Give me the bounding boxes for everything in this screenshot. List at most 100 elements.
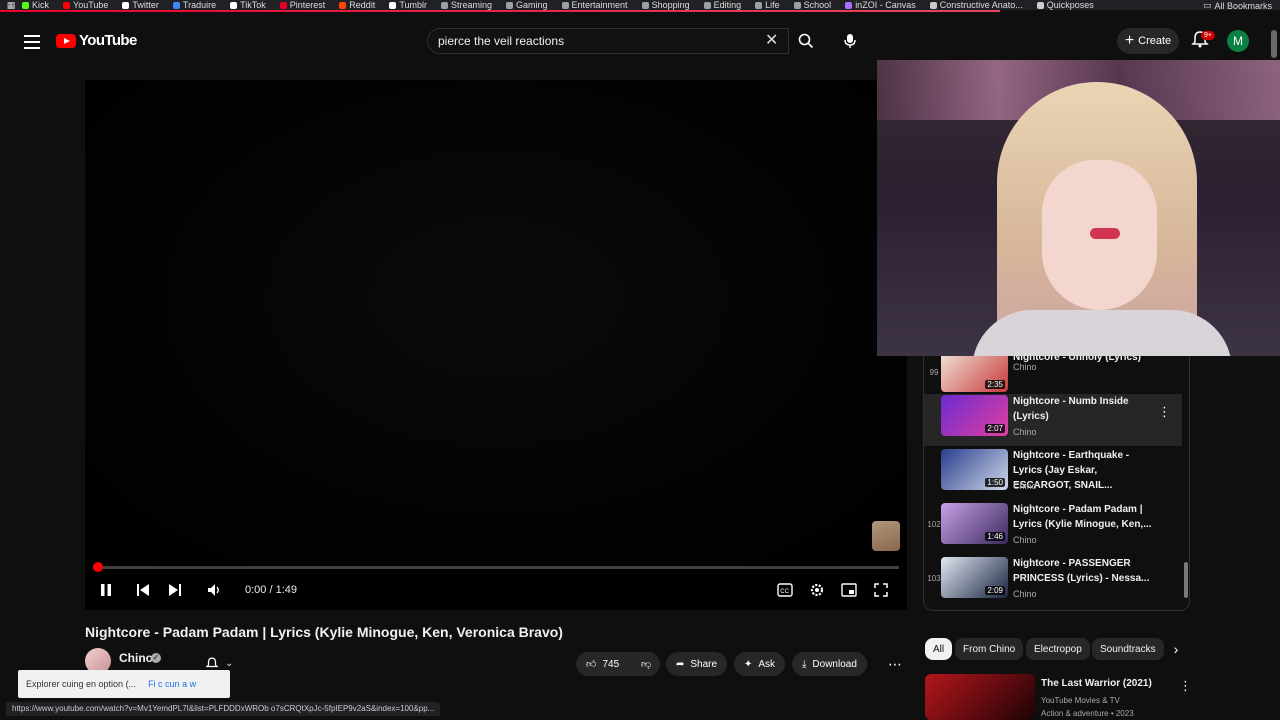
share-button[interactable]: ➦ Share [666, 652, 728, 676]
progress-bar[interactable] [93, 562, 899, 572]
playlist-item[interactable]: 103 2:09 Nightcore - PASSENGER PRINCESS (L… [924, 556, 1182, 608]
fullscreen-button[interactable] [869, 578, 893, 602]
youtube-logo[interactable]: YouTube [56, 32, 137, 49]
guide-menu-button[interactable] [20, 30, 44, 54]
clear-search-icon[interactable]: ✕ [765, 33, 778, 49]
recommended-title[interactable]: The Last Warrior (2021) [1041, 678, 1152, 689]
playlist-index: 99 [929, 368, 939, 377]
more-actions-icon[interactable]: ⋯ [884, 652, 906, 676]
create-button[interactable]: + Create [1117, 28, 1179, 54]
filter-chip[interactable]: From Chino [955, 638, 1024, 660]
pause-icon [101, 584, 111, 596]
bookmark-icon [230, 1, 238, 9]
page-scrollbar[interactable] [1271, 30, 1277, 58]
apps-grid-icon[interactable]: ▦ [0, 0, 22, 10]
dislike-button[interactable]: 👎︎ [634, 652, 660, 676]
mute-button[interactable] [202, 578, 226, 602]
account-avatar[interactable]: M [1227, 30, 1249, 52]
bookmark-item[interactable]: TikTok [230, 0, 266, 10]
playlist-item[interactable]: 102 1:46 Nightcore - Padam Padam | Lyrics … [924, 502, 1182, 554]
bookmark-icon [339, 1, 347, 9]
time-display: 0:00 / 1:49 [245, 584, 297, 596]
video-player[interactable]: 0:00 / 1:49 CC [85, 80, 907, 610]
bookmark-item[interactable]: Twitter [122, 0, 159, 10]
channel-name[interactable]: Chino [119, 651, 153, 665]
bookmark-icon [389, 1, 397, 9]
svg-text:CC: CC [780, 589, 789, 595]
bookmarks-bar: ▦ Kick YouTube Twitter Traduire TikTok Pinter… [0, 0, 1280, 10]
playlist-item-title[interactable]: Nightcore - Numb Inside (Lyrics) [1013, 394, 1153, 424]
search-input[interactable] [438, 34, 758, 48]
bookmark-item[interactable]: Traduire [172, 0, 216, 10]
video-surface[interactable] [85, 80, 907, 565]
youtube-play-icon [56, 33, 76, 48]
like-button[interactable]: 👍︎ 745 [576, 652, 634, 676]
bookmark-item[interactable]: Streaming [440, 0, 492, 10]
playlist-item[interactable]: 2:07 Nightcore - Numb Inside (Lyrics) Chin… [924, 394, 1182, 446]
playlist-thumbnail[interactable]: 1:50 [941, 449, 1008, 490]
bookmark-item[interactable]: Reddit [339, 0, 375, 10]
bookmark-icon [172, 1, 180, 9]
miniplayer-button[interactable] [837, 578, 861, 602]
bookmark-icon [641, 1, 649, 9]
bookmark-label: Constructive Anato... [939, 0, 1023, 10]
bookmark-item[interactable]: Life [755, 0, 780, 10]
chevron-down-icon: ⌄ [225, 657, 234, 669]
captions-button[interactable]: CC [773, 578, 797, 602]
previous-button[interactable] [131, 578, 155, 602]
notification-toast: Explorer cuing en option (... Fi c cun a… [18, 670, 230, 698]
filter-chip[interactable]: Soundtracks [1092, 638, 1164, 660]
settings-button[interactable] [805, 578, 829, 602]
video-title: Nightcore - Padam Padam | Lyrics (Kylie … [85, 624, 563, 640]
bookmark-item[interactable]: YouTube [63, 0, 108, 10]
bookmark-item[interactable]: inZOI - Canvas [845, 0, 916, 10]
bookmark-item[interactable]: Pinterest [279, 0, 325, 10]
verified-icon: ✓ [151, 653, 161, 663]
bookmark-item[interactable]: Tumblr [389, 0, 427, 10]
bookmark-item[interactable]: Editing [703, 0, 741, 10]
playlist-item[interactable]: 1:50 Nightcore - Earthquake - Lyrics (Jay… [924, 448, 1182, 500]
recommended-thumbnail[interactable] [925, 674, 1035, 720]
bookmark-item[interactable]: School [793, 0, 832, 10]
voice-search-button[interactable] [836, 27, 864, 55]
bookmark-label: inZOI - Canvas [855, 0, 916, 10]
chevron-right-icon[interactable]: › [1166, 638, 1186, 660]
next-button[interactable] [163, 578, 187, 602]
recommended-video[interactable]: The Last Warrior (2021) YouTube Movies &… [925, 674, 1195, 720]
all-bookmarks-button[interactable]: ▭ All Bookmarks [1203, 0, 1272, 10]
streamer-shirt [972, 310, 1232, 356]
closed-captions-icon: CC [777, 583, 793, 597]
filter-chip[interactable]: Electropop [1026, 638, 1090, 660]
scrubber-handle[interactable] [93, 562, 103, 572]
playlist-thumbnail[interactable]: 2:35 [941, 356, 1008, 392]
bookmark-item[interactable]: Constructive Anato... [929, 0, 1023, 10]
bookmark-label: School [803, 0, 832, 10]
playlist-thumbnail[interactable]: 1:46 [941, 503, 1008, 544]
pause-button[interactable] [94, 578, 118, 602]
filter-chip[interactable]: All [925, 638, 953, 660]
bookmark-icon [279, 1, 287, 9]
more-vert-icon[interactable]: ⋮ [1179, 678, 1192, 694]
bookmark-item[interactable]: Entertainment [561, 0, 628, 10]
more-vert-icon[interactable]: ⋮ [1158, 404, 1171, 420]
bell-icon [205, 657, 219, 668]
playlist-item-title[interactable]: Nightcore - PASSENGER PRINCESS (Lyrics) … [1013, 556, 1153, 586]
ask-label: Ask [758, 658, 776, 670]
bookmark-icon [703, 1, 711, 9]
ask-button[interactable]: ✦ Ask [734, 652, 786, 676]
bookmark-item[interactable]: Kick [22, 0, 49, 10]
volume-icon [208, 584, 219, 596]
playlist-scrollbar[interactable] [1184, 562, 1188, 598]
playlist-thumbnail[interactable]: 2:09 [941, 557, 1008, 598]
toast-action-link[interactable]: Fi c cun a w [148, 679, 196, 689]
playlist-thumbnail[interactable]: 2:07 [941, 395, 1008, 436]
playlist-panel: 99 2:35 Nightcore - Unholy (Lyrics) Chino 2:… [923, 356, 1190, 611]
channel-watermark[interactable] [872, 521, 900, 551]
search-button[interactable] [790, 28, 822, 54]
download-button[interactable]: ⤓ Download [792, 652, 867, 676]
bookmark-item[interactable]: Quickposes [1036, 0, 1094, 10]
webcam-overlay [877, 60, 1280, 356]
bookmark-item[interactable]: Gaming [506, 0, 548, 10]
playlist-item-title[interactable]: Nightcore - Padam Padam | Lyrics (Kylie … [1013, 502, 1153, 532]
bookmark-item[interactable]: Shopping [641, 0, 690, 10]
